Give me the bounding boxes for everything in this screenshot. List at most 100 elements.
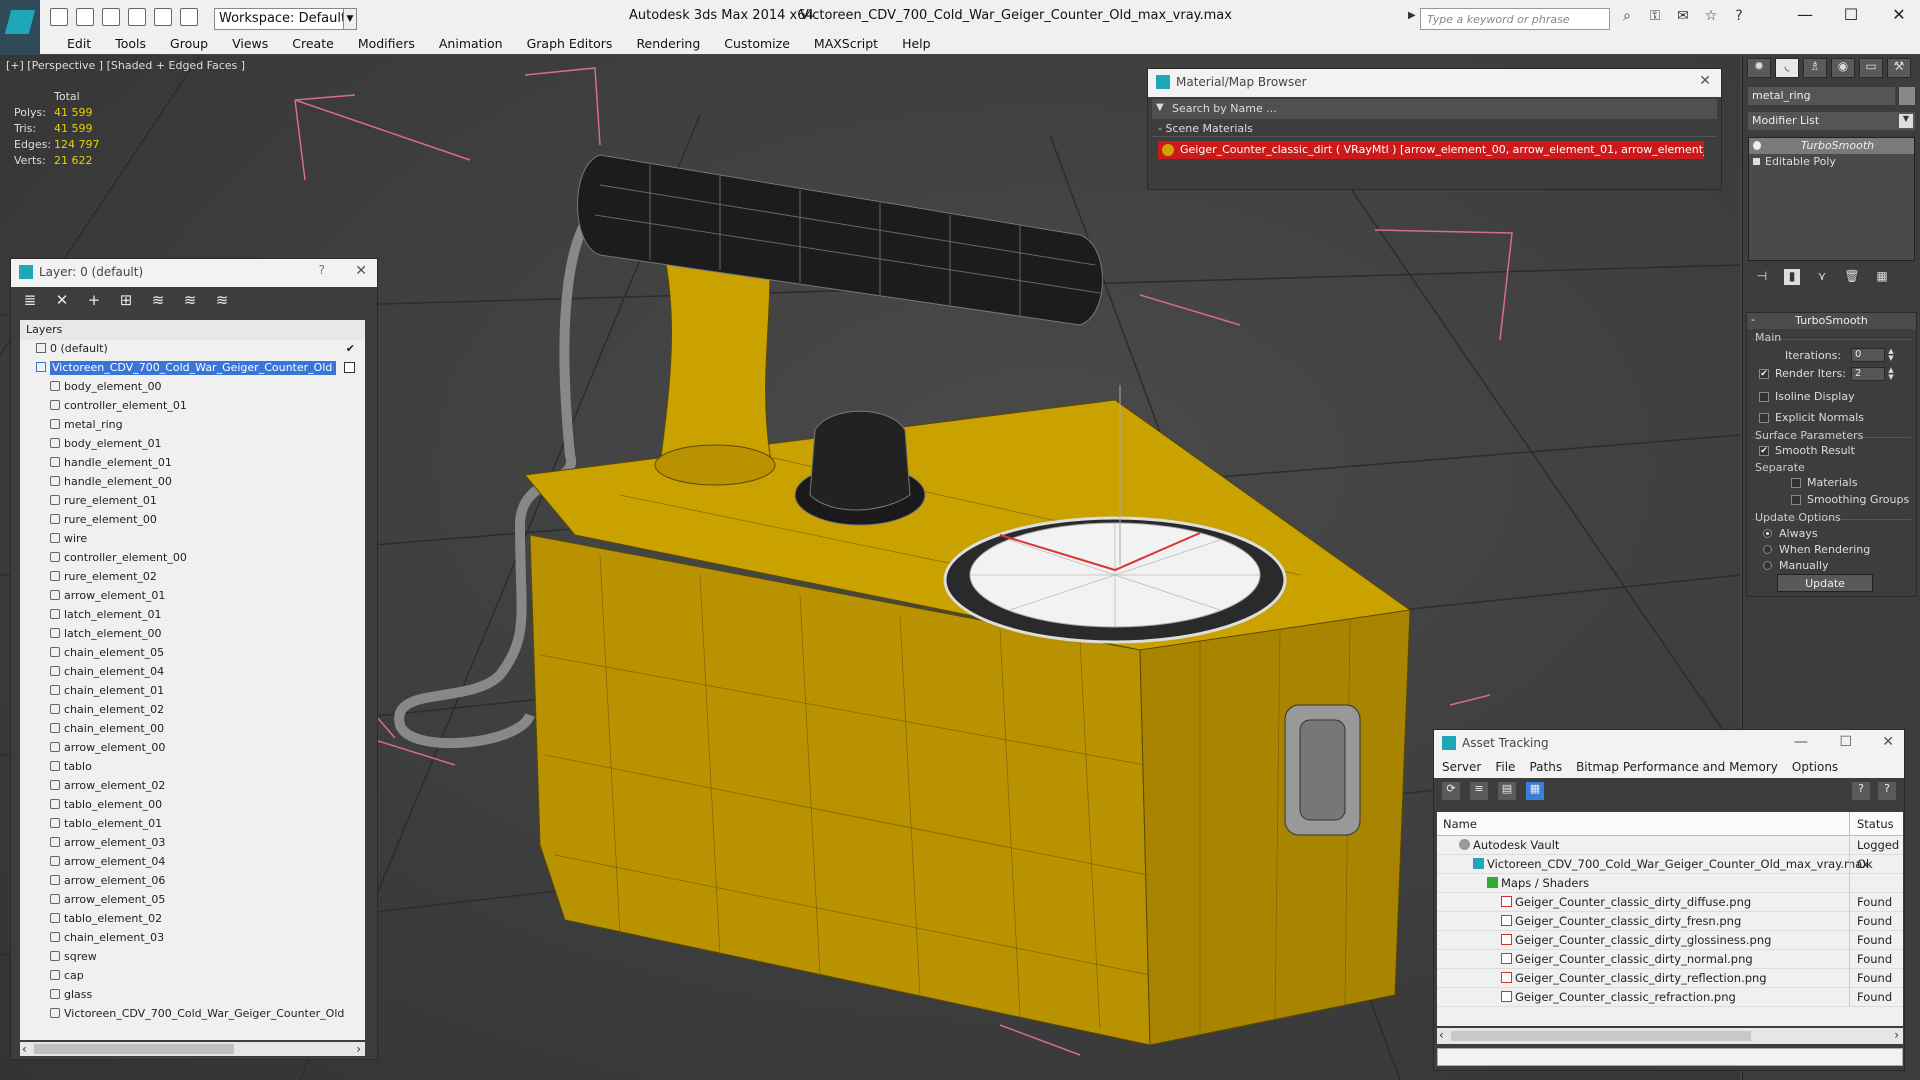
layers-column-header[interactable]: Layers [20,320,365,340]
scroll-left-icon[interactable]: ‹ [1439,1028,1444,1042]
layer-object-item[interactable]: body_element_01 [20,435,365,454]
layer-object-item[interactable]: chain_element_01 [20,682,365,701]
workspace-options-button[interactable]: ▼ [343,8,357,30]
asset-row[interactable]: Victoreen_CDV_700_Cold_War_Geiger_Counte… [1437,855,1903,874]
save-file-icon[interactable] [102,8,120,26]
subscription-icon[interactable]: ⚿ [1646,8,1664,26]
explicit-normals-checkbox[interactable] [1759,413,1769,423]
modify-tab-icon[interactable]: ◟ [1775,58,1799,78]
layer-object-item[interactable]: tablo [20,758,365,777]
new-file-icon[interactable] [50,8,68,26]
configure-sets-icon[interactable]: ▦ [1874,269,1890,285]
layer-object-item[interactable]: chain_element_05 [20,644,365,663]
motion-tab-icon[interactable]: ◉ [1831,58,1855,78]
minimize-button[interactable]: — [1790,5,1820,27]
render-iters-spinner[interactable]: 2 [1851,367,1885,381]
highlight-layer-icon[interactable]: ≋ [149,291,167,309]
smooth-result-checkbox[interactable]: ✔ [1759,446,1769,456]
minimize-button[interactable]: — [1794,734,1808,750]
scroll-thumb[interactable] [34,1044,234,1054]
close-button[interactable]: ✕ [1884,5,1914,27]
layer-object-item[interactable]: Victoreen_CDV_700_Cold_War_Geiger_Counte… [20,1005,365,1024]
layer-object-item[interactable]: rure_element_00 [20,511,365,530]
menu-edit[interactable]: Edit [55,34,103,54]
select-objects-icon[interactable]: ⊞ [117,291,135,309]
layer-object-item[interactable]: arrow_element_04 [20,853,365,872]
menu-server[interactable]: Server [1442,760,1481,776]
options-dropdown-icon[interactable]: ▼ [1156,102,1164,113]
close-button[interactable]: ✕ [1882,734,1894,750]
layer-object-item[interactable]: arrow_element_00 [20,739,365,758]
rollout-header[interactable]: - TurboSmooth [1747,313,1916,329]
layer-object-item[interactable]: metal_ring [20,416,365,435]
layer-object-item[interactable]: glass [20,986,365,1005]
render-iters-checkbox[interactable]: ✔ [1759,369,1769,379]
search-expand-icon[interactable]: ▶ [1408,10,1416,21]
layer-object-item[interactable]: cap [20,967,365,986]
favorites-star-icon[interactable]: ☆ [1702,8,1720,26]
spinner-arrows-icon[interactable]: ▲ ▼ [1887,348,1895,362]
workspace-dropdown[interactable]: Workspace: Default ▾ [214,8,354,30]
layer-object-item[interactable]: handle_element_01 [20,454,365,473]
layer-object-item[interactable]: chain_element_00 [20,720,365,739]
layer-object-item[interactable]: arrow_element_06 [20,872,365,891]
asset-row[interactable]: Geiger_Counter_classic_dirty_reflection.… [1437,969,1903,988]
table-view-icon[interactable]: ▦ [1526,782,1544,800]
layer-object-item[interactable]: wire [20,530,365,549]
menu-views[interactable]: Views [220,34,280,54]
help-icon[interactable]: ? [1730,8,1748,26]
delete-layer-icon[interactable]: ✕ [53,291,71,309]
scroll-right-icon[interactable]: › [1894,1028,1899,1042]
layer-object-item[interactable]: rure_element_02 [20,568,365,587]
create-tab-icon[interactable]: ✹ [1747,58,1771,78]
menu-rendering[interactable]: Rendering [624,34,712,54]
layer-object-item[interactable]: chain_element_03 [20,929,365,948]
column-name-header[interactable]: Name [1443,817,1477,831]
object-color-swatch[interactable] [1899,87,1915,105]
modifier-toggle-bulb-icon[interactable] [1753,141,1761,150]
menu-options[interactable]: Options [1792,760,1838,776]
scene-materials-section[interactable]: - Scene Materials [1152,121,1717,137]
current-layer-check-icon[interactable]: ✔ [346,342,355,355]
layer-object-item[interactable]: arrow_element_01 [20,587,365,606]
app-menu-button[interactable] [0,0,40,55]
scroll-right-icon[interactable]: › [356,1042,361,1056]
hide-all-icon[interactable]: ≋ [181,291,199,309]
layer-object-item[interactable]: latch_element_00 [20,625,365,644]
menu-maxscript[interactable]: MAXScript [802,34,890,54]
manually-radio[interactable] [1763,561,1772,570]
scroll-left-icon[interactable]: ‹ [22,1042,27,1056]
show-end-result-icon[interactable]: ▮ [1784,269,1800,285]
when-rendering-radio[interactable] [1763,545,1772,554]
menu-paths[interactable]: Paths [1529,760,1562,776]
make-unique-icon[interactable]: ⋎ [1814,269,1830,285]
expand-plus-icon[interactable] [1753,158,1760,165]
context-help-icon[interactable]: ? [1878,782,1896,800]
utilities-tab-icon[interactable]: ⚒ [1887,58,1911,78]
binoculars-icon[interactable]: ⌕ [1618,8,1636,26]
column-status-header[interactable]: Status [1857,817,1894,831]
horizontal-scrollbar[interactable]: ‹ › [20,1042,365,1056]
menu-help[interactable]: Help [890,34,943,54]
layer-object-item[interactable]: latch_element_01 [20,606,365,625]
menu-tools[interactable]: Tools [103,34,158,54]
open-file-icon[interactable] [76,8,94,26]
layer-object-item[interactable]: tablo_element_02 [20,910,365,929]
menu-bitmap-performance[interactable]: Bitmap Performance and Memory [1576,760,1778,776]
layer-object-item[interactable]: handle_element_00 [20,473,365,492]
redo-icon[interactable] [154,8,172,26]
layer-object-item[interactable]: controller_element_00 [20,549,365,568]
display-tab-icon[interactable]: ▭ [1859,58,1883,78]
add-to-layer-icon[interactable]: + [85,291,103,309]
undo-icon[interactable] [128,8,146,26]
freeze-all-icon[interactable]: ≋ [213,291,231,309]
asset-row[interactable]: Autodesk Vault Logged [1437,836,1903,855]
asset-tracking-titlebar[interactable]: Asset Tracking — ☐ ✕ [1434,730,1904,758]
isoline-checkbox[interactable] [1759,392,1769,402]
layer-object-item[interactable]: tablo_element_00 [20,796,365,815]
close-icon[interactable]: ✕ [1699,73,1711,89]
material-item[interactable]: Geiger_Counter_classic_dirt ( VRayMtl ) … [1158,141,1704,159]
hierarchy-tab-icon[interactable]: ♗ [1803,58,1827,78]
asset-row[interactable]: Geiger_Counter_classic_dirty_normal.png … [1437,950,1903,969]
asset-row[interactable]: Geiger_Counter_classic_dirty_diffuse.png… [1437,893,1903,912]
